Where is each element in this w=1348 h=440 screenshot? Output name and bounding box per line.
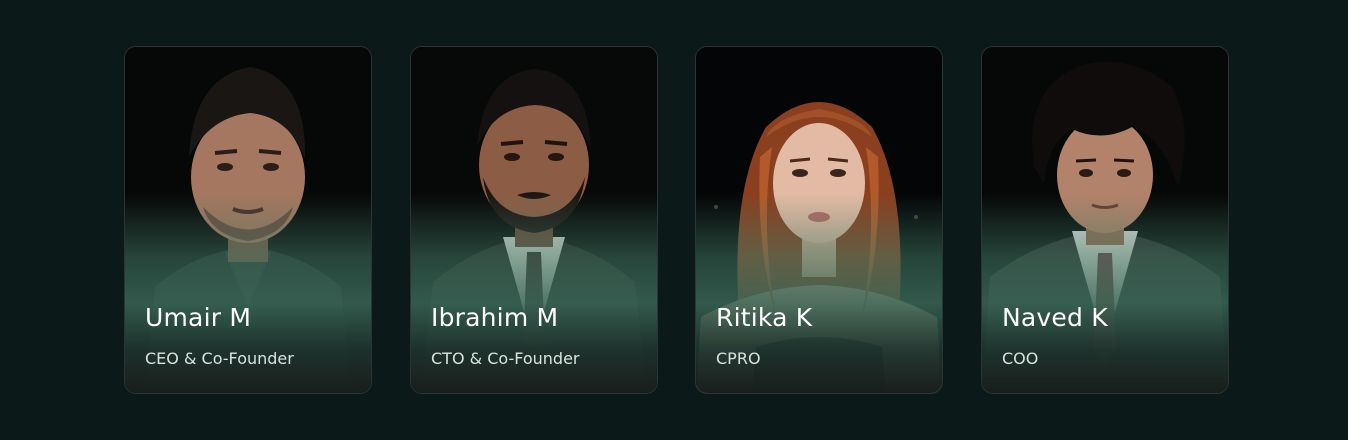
member-name: Umair M <box>145 303 252 332</box>
member-role: CTO & Co-Founder <box>431 349 580 368</box>
member-name: Ritika K <box>716 303 813 332</box>
member-role: CPRO <box>716 349 761 368</box>
team-card-naved[interactable]: Naved K COO <box>981 46 1229 394</box>
team-card-ibrahim[interactable]: Ibrahim M CTO & Co-Founder <box>410 46 658 394</box>
member-role: CEO & Co-Founder <box>145 349 294 368</box>
team-card-ritika[interactable]: Ritika K CPRO <box>695 46 943 394</box>
member-name: Naved K <box>1002 303 1108 332</box>
team-card-umair[interactable]: Umair M CEO & Co-Founder <box>124 46 372 394</box>
member-role: COO <box>1002 349 1039 368</box>
team-grid: Umair M CEO & Co-Founder Ibrahim M CTO &… <box>124 46 1229 394</box>
member-name: Ibrahim M <box>431 303 559 332</box>
